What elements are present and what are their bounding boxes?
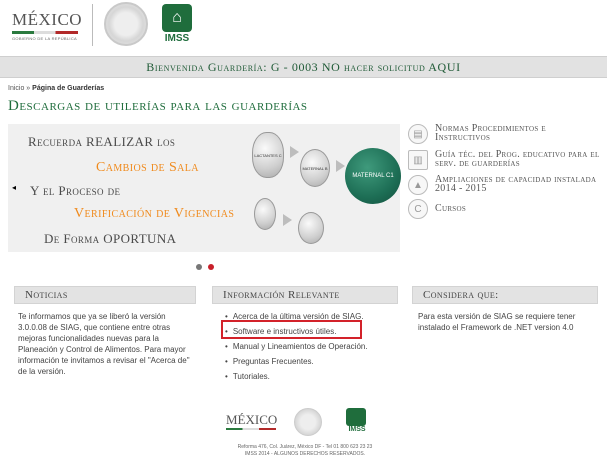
logo-word: MÉXICO <box>12 10 83 29</box>
carousel-dot-1[interactable] <box>196 264 202 270</box>
header-divider <box>92 4 93 46</box>
imss-emblem-icon: ⌂ <box>162 4 192 32</box>
triangle-icon: ▲ <box>408 175 428 195</box>
breadcrumb-home-link[interactable]: Inicio <box>8 85 24 92</box>
header: MÉXICO GOBIERNO DE LA REPÚBLICA ⌂ IMSS <box>0 0 607 52</box>
welcome-text: Bienvenida Guardería: G - 0003 NO hacer … <box>146 60 461 74</box>
link-cursos[interactable]: C Cursos <box>408 199 603 219</box>
link-guia[interactable]: ▥ Guía téc. del Prog. educativo para el … <box>408 150 603 170</box>
banner-line-3: Y el Proceso de <box>30 183 121 198</box>
link-normas-label: Normas Procedimientos e Instructivos <box>435 123 546 143</box>
welcome-bar: Bienvenida Guardería: G - 0003 NO hacer … <box>0 56 607 78</box>
banner-line-2: Cambios de Sala <box>96 160 199 175</box>
link-ampliaciones[interactable]: ▲ Ampliaciones de capacidad instalada 20… <box>408 175 603 195</box>
footer-logo-word: MÉXICO <box>226 412 278 427</box>
circle-small-a <box>254 198 276 230</box>
circle-maternal-b-label: MATERNAL B <box>302 165 328 171</box>
breadcrumb-current: Página de Guarderías <box>32 85 105 92</box>
carousel-dot-2[interactable] <box>208 264 214 270</box>
page-title: Descargas de utilerías para las guarderí… <box>8 98 308 114</box>
noticias-body: Te informamos que ya se liberó la versió… <box>18 312 190 376</box>
imss-logo[interactable]: ⌂ IMSS <box>160 4 194 46</box>
footer-imss-text: IMSS <box>348 426 366 433</box>
book-icon: ▤ <box>408 124 428 144</box>
document-icon: ▥ <box>408 150 428 170</box>
info-header: Información Relevante <box>212 286 398 304</box>
arrow-icon <box>336 160 345 172</box>
considera-header: Considera que: <box>412 286 598 304</box>
highlight-box <box>221 320 362 339</box>
circle-maternal-b: MATERNAL B <box>300 149 330 187</box>
circle-maternal-c1-label: MATERNAL C1 <box>352 173 394 179</box>
noticias-header: Noticias <box>14 286 196 304</box>
c-icon: C <box>408 199 428 219</box>
footer-logos: MÉXICO IMSS <box>226 408 386 442</box>
carousel-dots <box>196 257 220 275</box>
footer-imss-emblem-icon <box>346 408 366 426</box>
banner-line-1: Recuerda REALIZAR los <box>28 134 176 149</box>
arrow-icon <box>283 214 292 226</box>
link-guia-label: Guía téc. del Prog. educativo para el se… <box>435 149 600 169</box>
circle-lactantes: LACTANTES C <box>252 132 284 178</box>
circle-lactantes-label: LACTANTES C <box>254 152 282 158</box>
breadcrumb-separator: » <box>26 85 31 92</box>
info-link-tutoriales[interactable]: Tutoriales. <box>225 371 400 382</box>
info-link-preguntas[interactable]: Preguntas Frecuentes. <box>225 356 400 367</box>
footer-mexico-logo: MÉXICO <box>226 412 277 430</box>
banner-prev-arrow-icon[interactable]: ◂ <box>12 183 16 192</box>
footer-rights: IMSS 2014 - ALGUNOS DERECHOS RESERVADOS. <box>244 451 366 457</box>
footer-text: Reforma 476, Col. Juárez, México DF - Te… <box>180 444 430 458</box>
breadcrumb: Inicio » Página de Guarderías <box>8 85 104 92</box>
banner-line-4: Verificación de Vigencias <box>74 206 235 221</box>
logo-subtitle: GOBIERNO DE LA REPÚBLICA <box>12 36 77 41</box>
link-ampliaciones-label: Ampliaciones de capacidad instalada 2014… <box>435 174 597 194</box>
logo-flag-bar <box>12 31 78 34</box>
link-cursos-label: Cursos <box>435 203 467 214</box>
footer-imss-logo: IMSS <box>346 408 368 438</box>
circle-small-b <box>298 212 324 244</box>
national-seal-icon <box>104 2 148 46</box>
link-normas[interactable]: ▤ Normas Procedimientos e Instructivos <box>408 124 603 144</box>
footer-seal-icon <box>294 408 322 436</box>
considera-body: Para esta versión de SIAG se requiere te… <box>418 312 576 332</box>
arrow-icon <box>290 146 299 158</box>
imss-logo-text: IMSS <box>164 33 190 44</box>
circle-maternal-c1: MATERNAL C1 <box>345 148 401 204</box>
info-link-manual[interactable]: Manual y Lineamientos de Operación. <box>225 341 400 352</box>
gobierno-mexico-logo[interactable]: MÉXICO GOBIERNO DE LA REPÚBLICA <box>12 10 82 42</box>
banner-carousel[interactable]: Recuerda REALIZAR los Cambios de Sala Y … <box>8 124 401 252</box>
footer-address: Reforma 476, Col. Juárez, México DF - Te… <box>237 444 373 450</box>
footer-logo-bar <box>226 428 276 430</box>
banner-line-5: De Forma OPORTUNA <box>44 231 177 246</box>
